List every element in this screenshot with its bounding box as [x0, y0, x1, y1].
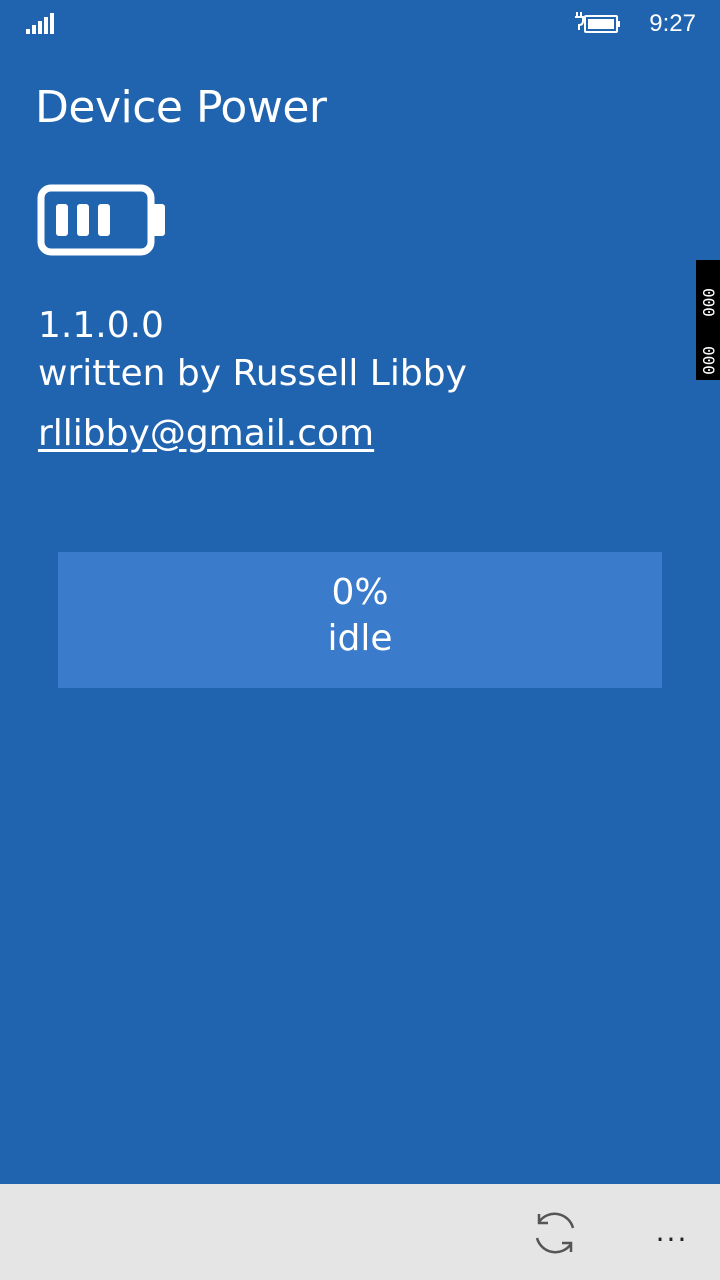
page-title: Device Power — [35, 82, 327, 133]
status-clock: 9:27 — [649, 10, 696, 37]
signal-bars-icon — [26, 13, 54, 34]
side-tab-label-bottom: 000 — [699, 346, 718, 375]
progress-percent: 0% — [331, 572, 389, 613]
app-author: written by Russell Libby — [38, 353, 467, 394]
battery-charging-icon — [575, 12, 620, 33]
status-bar: 9:27 — [0, 0, 720, 48]
app-bar: ... — [0, 1184, 720, 1280]
side-tab-label-top: 000 — [699, 288, 718, 317]
progress-state: idle — [327, 618, 393, 659]
refresh-icon[interactable] — [526, 1204, 584, 1262]
more-button[interactable]: ... — [648, 1212, 696, 1252]
email-link[interactable]: rllibby@gmail.com — [38, 410, 374, 458]
app-version: 1.1.0.0 — [38, 305, 164, 346]
battery-icon — [37, 184, 165, 256]
side-tab[interactable]: 000 000 — [696, 260, 720, 380]
